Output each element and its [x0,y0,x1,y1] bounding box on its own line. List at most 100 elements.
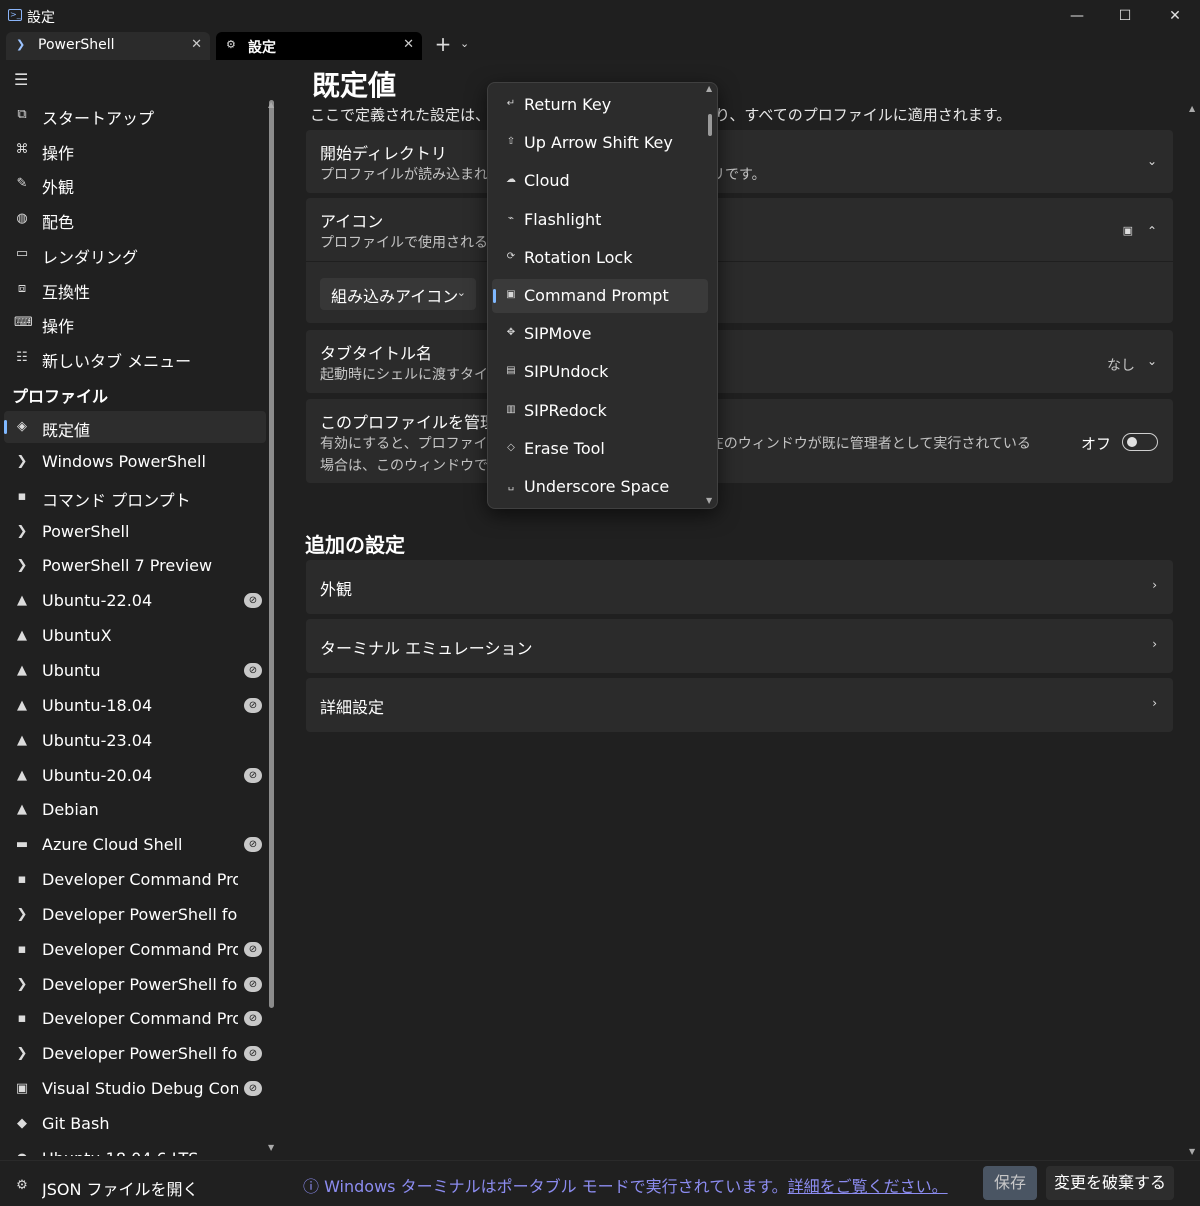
sidebar-profile-item[interactable]: ▲ Ubuntu-18.04 ⊘ [4,690,266,722]
linux-icon: ▲ [17,593,27,609]
dropdown-item-label: Cloud [524,171,570,191]
toggle-state-label: オフ [1080,435,1111,453]
sidebar-item-keyboard[interactable]: ⌨ 操作 [4,307,266,339]
hidden-icon: ⊘ [244,976,262,992]
setting-tab-title[interactable]: タブタイトル名 起動時にシェルに渡すタイトルです。 なし ⌄ [306,330,1173,393]
powershell-icon: ❯ [16,523,28,539]
dropdown-item[interactable]: ▣ Command Prompt [492,279,708,313]
sidebar-item-palette[interactable]: ◍ 配色 [4,203,266,235]
scroll-down-icon[interactable]: ▼ [1189,1147,1195,1156]
sidebar-profile-item[interactable]: ▲ Ubuntu-20.04 ⊘ [4,760,266,792]
eraser-icon: ◇ [507,441,515,453]
dropdown-item[interactable]: ␣ Underscore Space [492,470,708,504]
sidebar-profile-item[interactable]: ❯ Developer PowerShell for VS ⊘ [4,1038,266,1070]
sidebar-item-interaction[interactable]: ⌘ 操作 [4,134,266,166]
close-window-button[interactable]: ✕ [1150,0,1200,32]
sidebar-profile-item[interactable]: ❯ Developer PowerShell for VS ⊘ [4,969,266,1001]
dropdown-item[interactable]: ⟳ Rotation Lock [492,241,708,275]
sidebar-item-compatibility[interactable]: ⧈ 互換性 [4,273,266,305]
dropdown-item[interactable]: ⌁ Flashlight [492,203,708,237]
new-tab-button[interactable]: + [432,32,454,58]
scroll-up-icon[interactable]: ▲ [1189,104,1195,113]
sidebar-profile-item[interactable]: ▲ Ubuntu-22.04 ⊘ [4,585,266,617]
sidebar-profile-item[interactable]: ▪ Developer Command Prompt [4,864,266,896]
sidebar-profile-item[interactable]: ◈ 既定値 [4,411,266,443]
close-tab-icon[interactable]: ✕ [403,37,414,52]
additional-settings-header: 追加の設定 [305,533,405,557]
scroll-down-icon[interactable]: ▼ [268,1143,274,1152]
close-tab-icon[interactable]: ✕ [191,37,202,52]
gear-icon: ⚙ [226,38,236,51]
sidebar-profile-item[interactable]: ▲ Debian [4,794,266,826]
discard-changes-button[interactable]: 変更を破棄する [1046,1166,1174,1200]
hidden-icon: ⊘ [244,1011,262,1027]
dropdown-item[interactable]: ▥ SIPRedock [492,394,708,428]
sidebar-item-pen[interactable]: ✎ 外観 [4,168,266,200]
dropdown-item[interactable]: ◇ Erase Tool [492,432,708,466]
scroll-up-icon[interactable]: ▲ [268,100,274,109]
sidebar-scrollbar[interactable] [269,100,274,1008]
profile-label: Developer PowerShell for VS [42,974,238,994]
sidebar-profile-item[interactable]: ▪ Developer Command Prompt ⊘ [4,1003,266,1035]
sidebar-item-label: 外観 [42,178,75,198]
profile-label: Ubuntu [42,660,101,680]
scroll-up-icon[interactable]: ▲ [706,84,712,93]
menu-icon[interactable]: ☰ [14,70,28,89]
profile-label: Developer Command Prompt [42,870,238,890]
minimize-button[interactable]: — [1052,0,1102,32]
sidebar-profile-item[interactable]: ▪ Developer Command Prompt ⊘ [4,934,266,966]
scroll-down-icon[interactable]: ▼ [706,496,712,505]
sidebar-profile-item[interactable]: ◆ Git Bash [4,1108,266,1140]
dropdown-item-label: Erase Tool [524,438,605,458]
maximize-button[interactable]: ☐ [1100,0,1150,32]
toggle-knob [1127,437,1137,447]
sidebar-profile-item[interactable]: ▣ Visual Studio Debug Console ⊘ [4,1073,266,1105]
sidebar-profile-item[interactable]: ❯ Developer PowerShell for VS [4,899,266,931]
profile-label: Visual Studio Debug Console [42,1079,238,1099]
setting-starting-directory[interactable]: 開始ディレクトリ プロファイルが読み込まれたときに開始される作業ディレクトリです… [306,130,1173,193]
sidebar-profile-item[interactable]: ▪ コマンド プロンプト [4,481,266,513]
dropdown-item[interactable]: ☁ Cloud [492,164,708,198]
dropdown-item[interactable]: ⇧ Up Arrow Shift Key [492,126,708,160]
learn-more-link[interactable]: 詳細をご覧ください。 [788,1177,948,1196]
dropdown-scrollbar[interactable] [708,114,712,136]
run-as-admin-toggle[interactable] [1122,433,1158,451]
open-json-button[interactable]: ⚙ JSON ファイルを開く [4,1170,266,1202]
sidebar-profile-item[interactable]: ▲ Ubuntu ⊘ [4,655,266,687]
setting-icon-header[interactable] [306,198,1173,262]
cmd-icon: ▪ [17,488,27,504]
dropdown-item[interactable]: ✥ SIPMove [492,317,708,351]
profile-label: PowerShell [42,521,130,541]
chevron-down-icon: ⌄ [1146,354,1157,368]
nav-terminal-emulation[interactable]: ターミナル エミュレーション › [306,619,1173,673]
hidden-icon: ⊘ [244,1046,262,1062]
sidebar-item-monitor[interactable]: ▭ レンダリング [4,238,266,270]
profiles-header: プロファイル [12,387,109,406]
sidebar-profile-item[interactable]: ❯ Windows PowerShell [4,446,266,478]
tab-settings[interactable]: ⚙ 設定 ✕ [216,32,422,60]
vs-cmd-icon: ▪ [17,872,27,888]
sidebar-profile-item[interactable]: ❯ PowerShell 7 Preview [4,550,266,582]
hidden-icon: ⊘ [244,767,262,783]
tab-label: PowerShell [38,37,115,53]
tab-powershell[interactable]: ❯ PowerShell ✕ [6,32,210,60]
sidebar-profile-item[interactable]: ❯ PowerShell [4,516,266,548]
linux-icon: ▲ [17,767,27,783]
sidebar-profile-item[interactable]: ▲ UbuntuX [4,620,266,652]
tab-dropdown-button[interactable]: ⌄ [460,37,469,50]
save-button[interactable]: 保存 [983,1166,1037,1200]
sidebar-profile-item[interactable]: ▲ Ubuntu-23.04 [4,725,266,757]
nav-advanced[interactable]: 詳細設定 › [306,678,1173,732]
sidebar-profile-item[interactable]: ● Ubuntu 18.04.6 LTS [4,1143,266,1156]
vs-cmd-icon: ▪ [17,1011,27,1027]
dropdown-item-label: Underscore Space [524,477,670,496]
profile-label: UbuntuX [42,626,112,646]
sidebar-profile-item[interactable]: ▬ Azure Cloud Shell ⊘ [4,829,266,861]
nav-appearance[interactable]: 外観 › [306,560,1173,614]
setting-title: アイコン [320,212,384,231]
sidebar-item-list[interactable]: ☷ 新しいタブ メニュー [4,342,266,374]
builtin-icon-select[interactable]: 組み込みアイコン ⌄ [320,278,476,310]
sidebar-item-startup[interactable]: ⧉ スタートアップ [4,99,266,131]
dropdown-item[interactable]: ▤ SIPUndock [492,355,708,389]
dropdown-item[interactable]: ↵ Return Key [492,88,708,122]
